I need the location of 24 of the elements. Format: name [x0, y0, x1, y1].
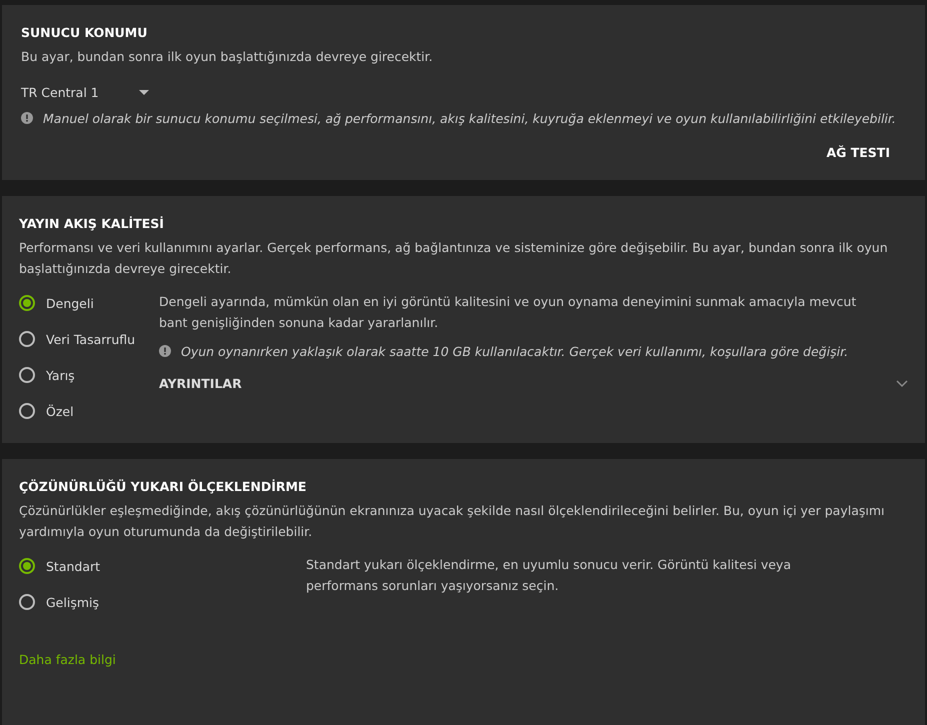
section-description: Çözünürlükler eşleşmediğinde, akış çözünürlüğünün ekranınıza uyacak şekilde nasıl ölçeklendirileceğini belirler. Bu, oyun içi yer paylaşımı yardımıyla oyun oturumunda da değiştirilebilir.: [19, 502, 886, 541]
section-description: Bu ayar, bundan sonra ilk oyun başlattığınızda devreye girecektir.: [21, 48, 434, 66]
radio-option[interactable]: Yarış: [19, 361, 159, 389]
details-expander[interactable]: AYRINTILAR: [159, 376, 908, 391]
chevron-icon: [896, 380, 908, 388]
radio-option[interactable]: Özel: [19, 397, 159, 425]
notice-text: Manuel olarak bir sunucu konumu seçilmesi, ağ performansını, akış kalitesini, kuyruğa eklenmeyi ve oyun kullanılabilirliğini etkileyebilir.: [43, 110, 896, 128]
radio-option[interactable]: Standart: [19, 552, 306, 580]
section-title: YAYIN AKIŞ KALİTESİ: [19, 216, 165, 231]
info-icon: [159, 345, 171, 357]
section-description: Performansı ve veri kullanımını ayarlar. Gerçek performans, ağ bağlantınıza ve sisteminize göre değişebilir. Bu ayar, bundan sonra ilk oyun başlattığınızda devreye girecektir.: [19, 239, 889, 278]
notice-text: Oyun oynanırken yaklaşık olarak saatte 10 GB kullanılacaktır. Gerçek veri kullanımı, koşullara göre değişir.: [181, 343, 848, 361]
section-title: ÇÖZÜNÜRLÜĞÜ YUKARI ÖLÇEKLENDİRME: [19, 479, 308, 494]
option-description: Standart yukarı ölçeklendirme, en uyumlu sonucu verir. Görüntü kalitesi veya performans sorunları yaşıyorsanız seçin.: [306, 556, 792, 595]
radio-option[interactable]: Dengeli: [19, 289, 159, 317]
radio-option[interactable]: Gelişmiş: [19, 588, 306, 616]
option-description: Dengeli ayarında, mümkün olan en iyi görüntü kalitesini ve oyun oynama deneyimini sunmak amacıyla mevcut bant genişliğinden sonuna kadar yararlanılır.: [159, 293, 858, 332]
info-icon: [21, 112, 33, 124]
learn-more-link[interactable]: Daha fazla bilgi: [19, 652, 116, 667]
caret-icon: [138, 90, 149, 96]
server-dropdown[interactable]: TR Central 1: [21, 85, 149, 100]
section-title: SUNUCU KONUMU: [21, 25, 148, 40]
radio-option[interactable]: Veri Tasarruflu: [19, 325, 159, 353]
network-test-button[interactable]: AĞ TESTI: [810, 141, 906, 164]
